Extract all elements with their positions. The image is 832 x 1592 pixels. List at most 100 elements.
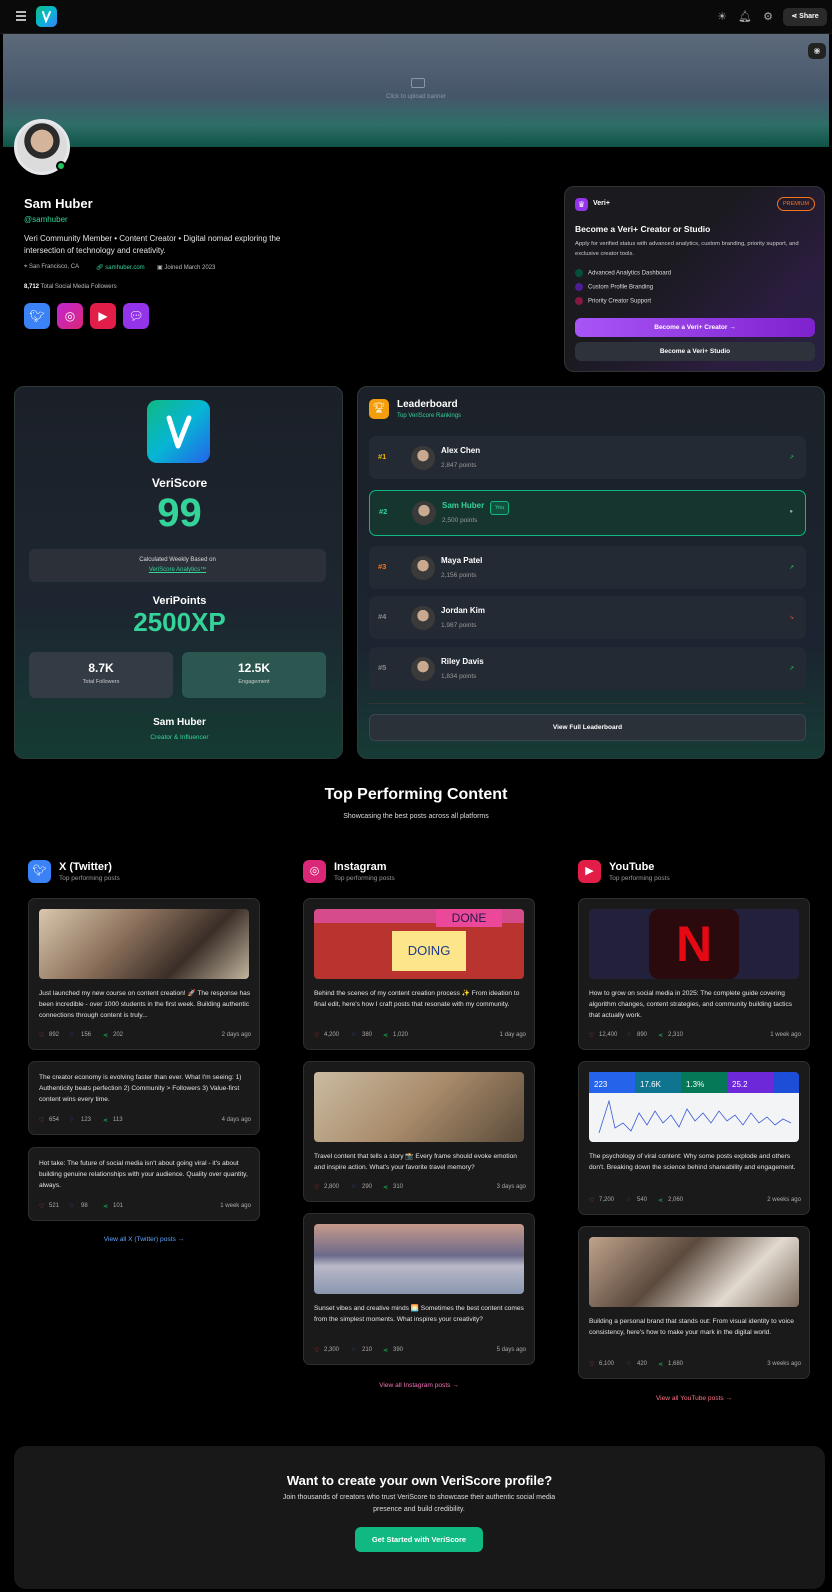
post-card[interactable]: The creator economy is evolving faster t…	[28, 1061, 260, 1135]
heart-icon: ♡	[39, 1118, 45, 1124]
profile-handle[interactable]: @samhuber	[24, 215, 68, 224]
post-time: 1 week ago	[220, 1203, 251, 1209]
comment-icon: ◌	[352, 1032, 356, 1038]
trend-icon: ↗	[788, 666, 794, 672]
youtube-icon[interactable]: ▶	[90, 303, 116, 329]
post-card[interactable]: N How to grow on social media in 2025: Th…	[578, 898, 810, 1050]
shares-count: 202	[113, 1032, 124, 1038]
post-image: 223 17.6K 1.3% 25.2	[589, 1072, 799, 1142]
shares-count: 2,310	[668, 1032, 684, 1038]
post-text: The psychology of viral content: Why som…	[589, 1153, 796, 1171]
post-card[interactable]: Building a personal brand that stands ou…	[578, 1226, 810, 1379]
youtube-icon: ▶	[578, 860, 601, 883]
avatar	[411, 606, 435, 630]
view-all-posts-link[interactable]: View all X (Twitter) posts →	[28, 1236, 260, 1243]
view-all-posts-link[interactable]: View all Instagram posts →	[303, 1382, 535, 1389]
shares-count: 1,680	[668, 1361, 684, 1367]
leaderboard-row[interactable]: #5 Riley Davis 1,834 points ↗	[369, 647, 806, 690]
likes-count: 521	[49, 1203, 60, 1209]
veri-plus-promo-card: ♛ Veri+ PREMIUM Become a Veri+ Creator o…	[564, 186, 825, 372]
post-card[interactable]: Hot take: The future of social media isn…	[28, 1147, 260, 1221]
settings-icon[interactable]: ⚙	[761, 10, 775, 24]
post-card[interactable]: 223 17.6K 1.3% 25.2 The psychology of viral …	[578, 1061, 810, 1215]
post-stats: ♡ 2,800 ◌ 290 ⋖ 310 3 days ago	[314, 1184, 526, 1193]
post-time: 3 days ago	[496, 1184, 526, 1190]
platform-subtitle: Top performing posts	[609, 875, 670, 882]
twitter-icon[interactable]: 🐦︎	[24, 303, 50, 329]
followers-summary: 8,712 Total Social Media Followers	[24, 284, 117, 290]
post-time: 1 day ago	[499, 1032, 526, 1038]
chat-icon[interactable]: 💬︎	[123, 303, 149, 329]
leaderboard-row[interactable]: #1 Alex Chen 2,847 points ↗	[369, 436, 806, 479]
profile-bio: Veri Community Member • Content Creator …	[24, 234, 281, 255]
comment-icon: ◌	[627, 1032, 631, 1038]
online-status-dot	[56, 161, 66, 171]
heart-icon: ♡	[39, 1033, 45, 1039]
feature-support: Priority Creator Support	[575, 297, 651, 305]
menu-icon[interactable]	[16, 11, 26, 21]
leaderboard-row[interactable]: #4 Jordan Kim 1,987 points ↘	[369, 596, 806, 639]
view-all-posts-link[interactable]: View all YouTube posts →	[578, 1395, 810, 1402]
become-creator-button[interactable]: Become a Veri+ Creator →	[575, 318, 815, 337]
post-card[interactable]: Travel content that tells a story 📸 Ever…	[303, 1061, 535, 1202]
top-content-title: Top Performing Content	[324, 786, 508, 803]
camera-icon	[411, 78, 425, 88]
post-image: N	[589, 909, 799, 979]
likes-count: 7,200	[599, 1197, 615, 1203]
post-text: Hot take: The future of social media isn…	[39, 1160, 248, 1189]
shares-count: 310	[393, 1184, 404, 1190]
leaderboard-row[interactable]: #2 Sam Huber 2,500 points ● You	[369, 490, 806, 536]
heart-icon: ♡	[39, 1204, 45, 1210]
notifications-icon[interactable]: 🔔︎	[738, 10, 752, 24]
upload-banner-hint: Click to upload banner	[386, 94, 446, 100]
profile-banner[interactable]: Click to upload banner	[3, 34, 829, 147]
post-time: 2 weeks ago	[767, 1197, 801, 1203]
sparkle-icon	[575, 283, 583, 291]
veriscore-logo-icon	[147, 400, 210, 463]
engagement-stat: 12.5K Engagement	[182, 652, 326, 698]
heart-icon: ♡	[314, 1033, 320, 1039]
post-time: 4 days ago	[221, 1117, 251, 1123]
theme-toggle-icon[interactable]: ☀	[715, 10, 729, 24]
post-stats: ♡ 7,200 ◌ 540 ⋖ 2,060 2 weeks ago	[589, 1197, 801, 1206]
shares-count: 2,060	[668, 1197, 684, 1203]
get-started-button[interactable]: Get Started with VeriScore	[355, 1527, 483, 1552]
post-stats: ♡ 6,100 ◌ 420 ⋖ 1,680 3 weeks ago	[589, 1361, 801, 1370]
cta-title: Want to create your own VeriScore profil…	[286, 1473, 553, 1488]
analytics-link[interactable]: VeriScore Analytics™	[29, 567, 326, 573]
share-button[interactable]: ⋖ Share	[783, 8, 827, 26]
promo-brand: Veri+	[593, 200, 610, 207]
player-points: 1,987 points	[441, 622, 477, 629]
cta-section: Want to create your own VeriScore profil…	[14, 1446, 825, 1589]
post-text: How to grow on social media in 2025: The…	[589, 990, 793, 1019]
player-points: 2,156 points	[441, 572, 477, 579]
post-image	[589, 1237, 799, 1307]
post-time: 5 days ago	[496, 1347, 526, 1353]
heart-icon: ♡	[589, 1033, 595, 1039]
app-logo[interactable]	[36, 6, 57, 27]
post-time: 1 week ago	[770, 1032, 801, 1038]
rank-label: #2	[379, 507, 388, 516]
post-card[interactable]: Just launched my new course on content c…	[28, 898, 260, 1050]
leaderboard-row[interactable]: #3 Maya Patel 2,156 points ↗	[369, 546, 806, 589]
post-text: Building a personal brand that stands ou…	[589, 1318, 794, 1336]
profile-name: Sam Huber	[24, 196, 93, 211]
website-link[interactable]: 🔗︎ samhuber.com	[96, 264, 145, 271]
you-badge: You	[490, 501, 510, 515]
feature-analytics: Advanced Analytics Dashboard	[575, 269, 671, 277]
trend-icon: ↗	[788, 565, 794, 571]
player-name: Riley Davis	[441, 657, 484, 666]
post-card[interactable]: Sunset vibes and creative minds 🌅 Someti…	[303, 1213, 535, 1365]
player-points: 2,847 points	[441, 462, 477, 469]
edit-banner-button[interactable]: ◉	[808, 43, 826, 59]
post-text: Behind the scenes of my content creation…	[314, 990, 520, 1008]
become-studio-button[interactable]: Become a Veri+ Studio	[575, 342, 815, 361]
post-card[interactable]: DONE DOING Behind the scenes of my content…	[303, 898, 535, 1050]
instagram-icon[interactable]: ◎	[57, 303, 83, 329]
player-name: Jordan Kim	[441, 606, 486, 615]
cta-description: Join thousands of creators who trust Ver…	[282, 1494, 556, 1513]
share-icon: ⋖	[658, 1198, 664, 1204]
view-full-leaderboard-button[interactable]: View Full Leaderboard	[369, 714, 806, 741]
comment-icon: ◌	[627, 1197, 631, 1203]
promo-title: Become a Veri+ Creator or Studio	[575, 224, 711, 234]
